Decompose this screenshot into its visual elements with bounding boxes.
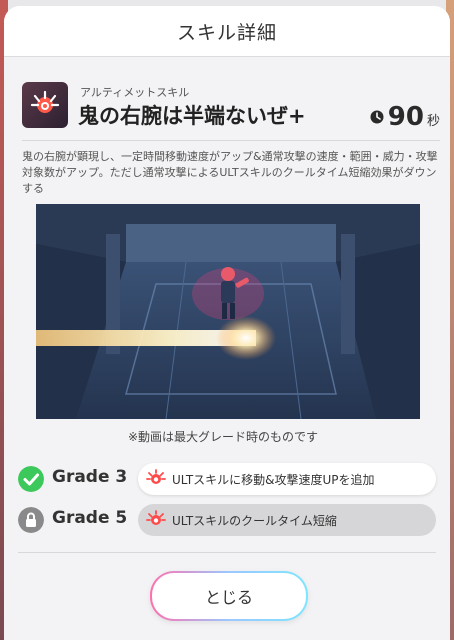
cooldown: 90 秒: [370, 102, 440, 132]
video-caption: ※動画は最大グレード時のものです: [127, 430, 319, 444]
skill-description: 鬼の右腕が顕現し、一定時間移動速度がアップ&通常攻撃の速度・範囲・威力・攻撃対象…: [22, 150, 438, 195]
divider: [22, 140, 440, 141]
cooldown-value: 90: [387, 102, 424, 132]
grade-label: Grade 3: [52, 467, 128, 487]
demon-claw-icon: [22, 82, 68, 128]
skill-header: アルティメットスキル 鬼の右腕は半端ないぜ+ 90 秒: [22, 82, 442, 134]
skill-name: 鬼の右腕は半端ないぜ+: [78, 104, 306, 128]
skill-type-label: アルティメットスキル: [80, 86, 190, 99]
divider: [18, 552, 436, 553]
grade-effect: ULTスキルに移動&攻撃速度UPを追加: [138, 463, 436, 495]
grade-effect-text: ULTスキルに移動&攻撃速度UPを追加: [172, 472, 375, 487]
clock-icon: [370, 110, 384, 124]
demon-claw-icon: [146, 510, 166, 525]
lock-icon: [18, 507, 44, 533]
demon-claw-icon: [146, 469, 166, 484]
dialog-title: スキル詳細: [4, 6, 450, 57]
grade-label: Grade 5: [52, 508, 128, 528]
grade-effect-text: ULTスキルのクールタイム短縮: [172, 513, 337, 528]
grade-row-5: Grade 5 ULTスキルのクールタイム短縮: [18, 504, 438, 536]
cooldown-unit: 秒: [426, 114, 440, 129]
grade-row-3: Grade 3 ULTスキルに移動&攻撃速度UPを追加: [18, 463, 438, 495]
grade-effect: ULTスキルのクールタイム短縮: [138, 504, 436, 536]
skill-preview-video[interactable]: [36, 204, 420, 419]
check-icon: [18, 466, 44, 492]
skill-preview-scene: [36, 204, 420, 419]
close-button[interactable]: とじる: [150, 571, 308, 621]
